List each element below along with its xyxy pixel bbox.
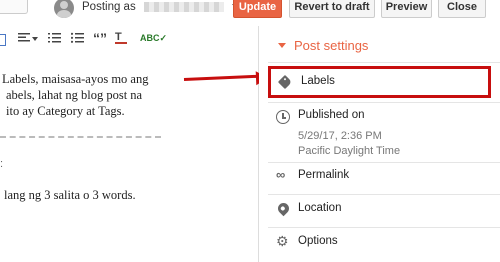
editor-toolbar: “” T ABC✓ (0, 30, 258, 50)
preview-button[interactable]: Preview (381, 0, 432, 18)
avatar[interactable] (54, 0, 74, 18)
sidebar-divider (268, 162, 500, 163)
align-icon[interactable] (18, 32, 30, 47)
sidebar-item-location[interactable]: Location (268, 200, 500, 225)
clock-icon (276, 110, 290, 124)
close-button[interactable]: Close (438, 0, 486, 18)
editor-text-line: abels, lahat ng blog post na (6, 88, 143, 102)
link-icon: ∞ (276, 167, 286, 182)
post-settings-header[interactable]: Post settings (278, 38, 368, 53)
numbered-list-glyph-icon (48, 33, 61, 43)
published-on-label: Published on (298, 109, 365, 121)
toolbar-edge (0, 0, 28, 14)
insert-image-icon[interactable] (0, 34, 6, 46)
quote-icon[interactable]: “” (93, 30, 107, 46)
editor-text-line: ito ay Category at Tags. (6, 104, 125, 118)
align-dropdown-icon[interactable] (32, 37, 38, 41)
sidebar-divider (268, 62, 500, 63)
sidebar-item-permalink[interactable]: ∞ Permalink (268, 168, 500, 192)
posting-as-label: Posting as (82, 1, 136, 13)
jump-break-separator (0, 136, 161, 138)
cursor-mark: : (0, 158, 4, 170)
permalink-label: Permalink (298, 169, 350, 181)
sidebar-item-options[interactable]: ⚙ Options (268, 234, 500, 258)
editor-text-line: Labels, maisasa-ayos mo ang (2, 72, 149, 86)
location-pin-icon (275, 200, 292, 217)
clear-formatting-strike (115, 42, 127, 44)
numbered-list-icon[interactable] (48, 32, 61, 47)
sidebar-divider (268, 102, 500, 103)
blurred-account-name (144, 2, 224, 12)
options-label: Options (298, 235, 338, 247)
tag-icon (277, 74, 293, 90)
post-settings-title: Post settings (294, 38, 369, 53)
labels-label: Labels (301, 75, 335, 87)
align-lines-icon (18, 33, 30, 42)
sidebar-divider (268, 227, 500, 228)
update-button[interactable]: Update (233, 0, 282, 18)
bullet-list-icon[interactable] (70, 32, 84, 47)
published-timezone: Pacific Daylight Time (298, 145, 401, 157)
bullet-list-glyph-icon (70, 32, 84, 43)
post-editor[interactable] (0, 26, 258, 262)
sidebar-item-labels[interactable]: Labels (268, 66, 491, 98)
sidebar-divider (268, 194, 500, 195)
collapse-caret-icon (278, 43, 286, 48)
published-date: 5/29/17, 2:36 PM (298, 130, 382, 142)
spellcheck-icon[interactable]: ABC✓ (140, 33, 167, 44)
editor-text-line: lang ng 3 salita o 3 words. (4, 188, 136, 202)
revert-to-draft-button[interactable]: Revert to draft (289, 0, 375, 18)
gear-icon: ⚙ (276, 233, 289, 249)
location-label: Location (298, 202, 342, 214)
top-bar: Posting as Update Revert to draft Previe… (0, 0, 500, 26)
